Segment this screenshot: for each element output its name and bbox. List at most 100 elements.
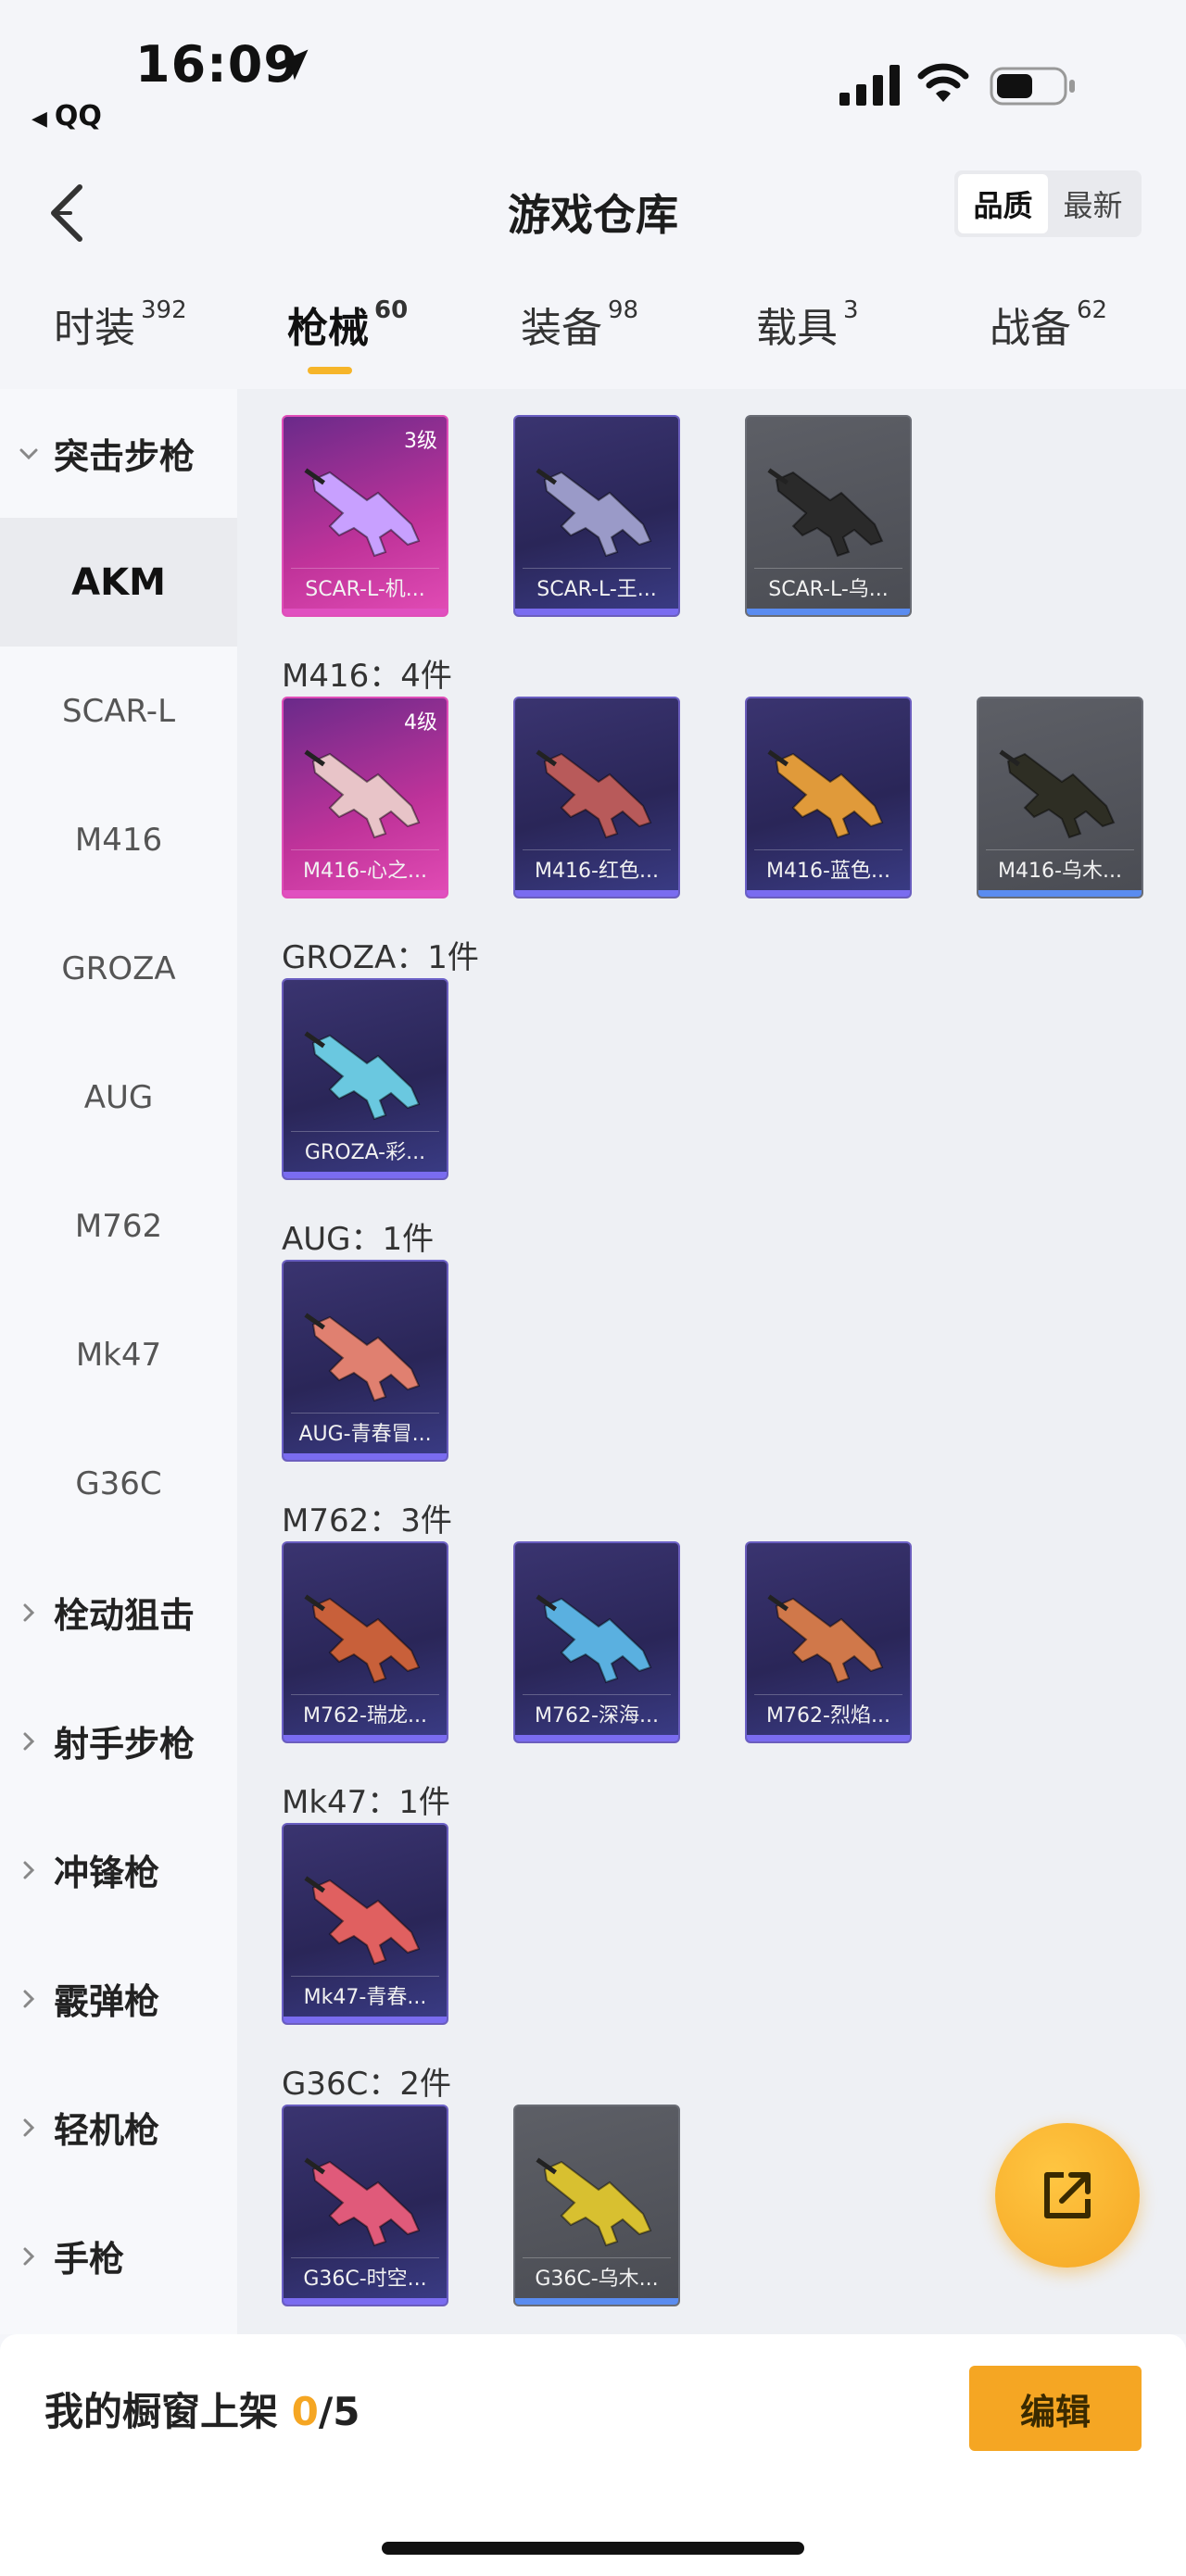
weapon-skin-card[interactable]: M762-烈焰... bbox=[745, 1541, 912, 1743]
skin-name: SCAR-L-王... bbox=[536, 578, 657, 601]
card-divider bbox=[291, 1131, 439, 1132]
sidebar-item-label: GROZA bbox=[61, 949, 176, 987]
card-divider bbox=[754, 1694, 902, 1695]
sidebar-item-label: 霰弹枪 bbox=[54, 1981, 160, 2022]
home-indicator[interactable] bbox=[382, 2542, 804, 2555]
weapon-skin-card[interactable]: M762-深海... bbox=[513, 1541, 680, 1743]
weapon-skin-card[interactable]: Mk47-青春... bbox=[282, 1823, 448, 2025]
tab-count: 98 bbox=[608, 296, 639, 324]
sidebar-item[interactable]: 栓动狙击 bbox=[0, 1548, 237, 1677]
share-button[interactable] bbox=[995, 2123, 1140, 2268]
edit-button[interactable]: 编辑 bbox=[969, 2366, 1142, 2451]
back-to-app[interactable]: ◀ QQ bbox=[32, 100, 102, 132]
rifle-icon bbox=[304, 1594, 421, 1684]
skin-level-badge: 4级 bbox=[404, 711, 437, 735]
sidebar-item[interactable]: 轻机枪 bbox=[0, 2063, 237, 2192]
sidebar-item-label: Mk47 bbox=[75, 1336, 162, 1374]
weapon-group-title: GROZA：1件 bbox=[282, 939, 479, 976]
rarity-bar bbox=[284, 1735, 447, 1741]
card-divider bbox=[291, 1976, 439, 1977]
sort-newest[interactable]: 最新 bbox=[1048, 174, 1138, 233]
rifle-icon bbox=[767, 468, 884, 558]
weapon-skin-card[interactable]: SCAR-L-王... bbox=[513, 415, 680, 617]
tab-count: 62 bbox=[1077, 296, 1108, 324]
tab-vehicles[interactable]: 载具 3 bbox=[756, 295, 859, 354]
showcase-bar: 我的橱窗上架 0/5 编辑 bbox=[0, 2334, 1186, 2576]
sidebar-item[interactable]: AKM bbox=[0, 518, 237, 647]
weapon-skin-card[interactable]: SCAR-L-乌... bbox=[745, 415, 912, 617]
skin-name: M416-心之... bbox=[303, 860, 427, 883]
rarity-bar bbox=[284, 890, 447, 897]
rarity-bar bbox=[284, 2017, 447, 2023]
weapon-skin-card[interactable]: 4级 M416-心之... bbox=[282, 697, 448, 898]
tab-fashion[interactable]: 时装 392 bbox=[54, 295, 187, 354]
sidebar-item-label: AKM bbox=[71, 560, 166, 604]
weapon-skin-card[interactable]: M416-乌木... bbox=[977, 697, 1143, 898]
rifle-icon bbox=[536, 1594, 652, 1684]
back-app-label: QQ bbox=[54, 100, 102, 132]
weapon-skin-card[interactable]: 3级 SCAR-L-机... bbox=[282, 415, 448, 617]
sidebar-item[interactable]: Mk47 bbox=[0, 1290, 237, 1419]
rarity-bar bbox=[747, 609, 910, 615]
skin-name: M762-烈焰... bbox=[766, 1704, 890, 1728]
sidebar-item[interactable]: G36C bbox=[0, 1419, 237, 1548]
sidebar-item[interactable]: 手枪 bbox=[0, 2192, 237, 2320]
weapon-skin-card[interactable]: M416-红色... bbox=[513, 697, 680, 898]
skin-name: Mk47-青春... bbox=[303, 1986, 427, 2009]
sidebar-item-label: 手枪 bbox=[54, 2239, 125, 2280]
category-tabs: 时装 392 枪械 60 装备 98 载具 3 战备 62 bbox=[0, 287, 1186, 389]
sidebar-item[interactable]: SCAR-L bbox=[0, 647, 237, 775]
skin-name: M416-蓝色... bbox=[766, 860, 890, 883]
sidebar-item[interactable]: M416 bbox=[0, 775, 237, 904]
active-tab-indicator bbox=[308, 367, 352, 374]
sidebar-item-label: AUG bbox=[83, 1078, 154, 1116]
header: 游戏仓库 品质 最新 bbox=[0, 157, 1186, 269]
rarity-bar bbox=[978, 890, 1142, 897]
rifle-icon bbox=[536, 2157, 652, 2247]
skin-name: M762-瑞龙... bbox=[303, 1704, 427, 1728]
sidebar-item-label: 栓动狙击 bbox=[54, 1595, 196, 1636]
sidebar-item[interactable]: 冲锋枪 bbox=[0, 1805, 237, 1934]
weapon-skin-card[interactable]: M416-蓝色... bbox=[745, 697, 912, 898]
sidebar-item-label: 轻机枪 bbox=[54, 2110, 160, 2151]
weapon-skin-card[interactable]: M762-瑞龙... bbox=[282, 1541, 448, 1743]
sidebar-item-label: G36C bbox=[75, 1464, 162, 1502]
tab-count: 3 bbox=[843, 296, 859, 324]
sidebar-item[interactable]: M762 bbox=[0, 1162, 237, 1290]
weapon-skin-card[interactable]: AUG-青春冒... bbox=[282, 1260, 448, 1462]
rarity-bar bbox=[284, 2298, 447, 2305]
rifle-icon bbox=[767, 749, 884, 839]
sidebar-item[interactable]: AUG bbox=[0, 1033, 237, 1162]
sidebar-item[interactable]: 突击步枪 bbox=[0, 389, 237, 518]
tab-guns[interactable]: 枪械 60 bbox=[287, 295, 408, 354]
skin-name: G36C-乌木... bbox=[535, 2268, 659, 2291]
rifle-icon bbox=[304, 749, 421, 839]
tab-count: 392 bbox=[141, 296, 187, 324]
weapon-skin-card[interactable]: G36C-时空... bbox=[282, 2105, 448, 2306]
chevron-right-icon bbox=[23, 1990, 35, 2007]
sidebar-item-label: M762 bbox=[74, 1207, 163, 1245]
tab-label: 时装 bbox=[54, 305, 135, 352]
card-divider bbox=[291, 1694, 439, 1695]
sidebar-item[interactable]: GROZA bbox=[0, 904, 237, 1033]
rifle-icon bbox=[999, 749, 1116, 839]
sidebar-item[interactable]: 霰弹枪 bbox=[0, 1934, 237, 2063]
card-divider bbox=[523, 568, 671, 569]
sort-quality[interactable]: 品质 bbox=[958, 174, 1048, 233]
weapon-group-title: M762：3件 bbox=[282, 1502, 452, 1539]
weapon-group-title: Mk47：1件 bbox=[282, 1784, 450, 1821]
sidebar-item-label: 冲锋枪 bbox=[54, 1853, 160, 1893]
weapon-skin-card[interactable]: GROZA-彩... bbox=[282, 978, 448, 1180]
tab-supplies[interactable]: 战备 62 bbox=[990, 295, 1107, 354]
weapon-skin-card[interactable]: G36C-乌木... bbox=[513, 2105, 680, 2306]
rarity-bar bbox=[284, 609, 447, 615]
chevron-right-icon bbox=[23, 1861, 35, 1879]
showcase-label: 我的橱窗上架 0/5 bbox=[44, 2381, 360, 2437]
tab-label: 装备 bbox=[521, 305, 602, 352]
tab-equipment[interactable]: 装备 98 bbox=[521, 295, 638, 354]
sidebar-item-label: SCAR-L bbox=[61, 692, 176, 730]
sidebar-item[interactable]: 射手步枪 bbox=[0, 1677, 237, 1805]
rarity-bar bbox=[284, 1172, 447, 1178]
rarity-bar bbox=[747, 890, 910, 897]
rifle-icon bbox=[304, 2157, 421, 2247]
